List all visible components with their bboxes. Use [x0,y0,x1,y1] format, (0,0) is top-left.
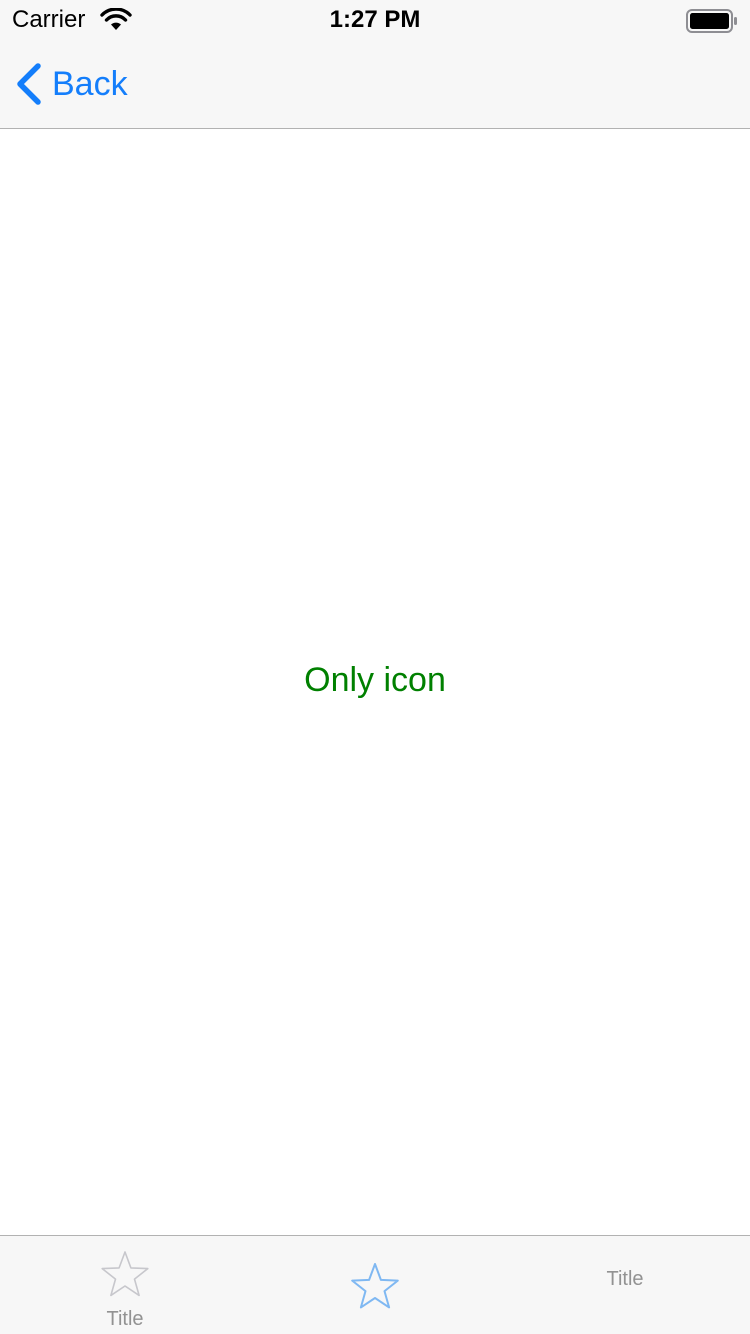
back-button[interactable]: Back [14,60,128,108]
chevron-left-icon [17,63,41,105]
status-bar: Carrier 1:27 PM [0,0,750,40]
battery-icon [686,9,737,33]
content-label: Only icon [304,661,446,699]
content-area: Only icon [0,129,750,1235]
tab-item-1[interactable]: Title [0,1236,250,1334]
navigation-bar: Back [0,40,750,129]
tab-item-2[interactable] [250,1236,500,1334]
back-button-label: Back [52,64,128,103]
screen: Carrier 1:27 PM Back Only icon Title Tit… [0,0,750,1334]
clock-label: 1:27 PM [329,6,421,33]
tab-bar: Title Title [0,1235,750,1334]
tab-item-1-label: Title [106,1308,144,1330]
tab-item-3[interactable]: Title [500,1236,750,1334]
star-outline-icon [101,1251,149,1297]
tab-item-3-label: Title [606,1268,644,1290]
star-outline-icon [351,1263,399,1309]
